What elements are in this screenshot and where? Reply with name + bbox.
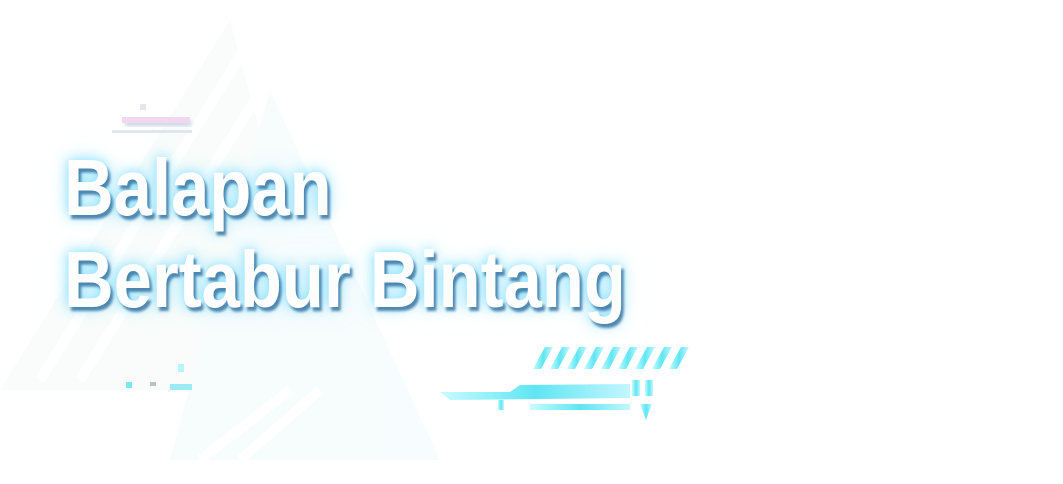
title-line-1: Balapan — [64, 143, 332, 232]
speed-lines-ornament — [440, 347, 689, 420]
title-line-2: Bertabur Bintang — [64, 235, 626, 324]
